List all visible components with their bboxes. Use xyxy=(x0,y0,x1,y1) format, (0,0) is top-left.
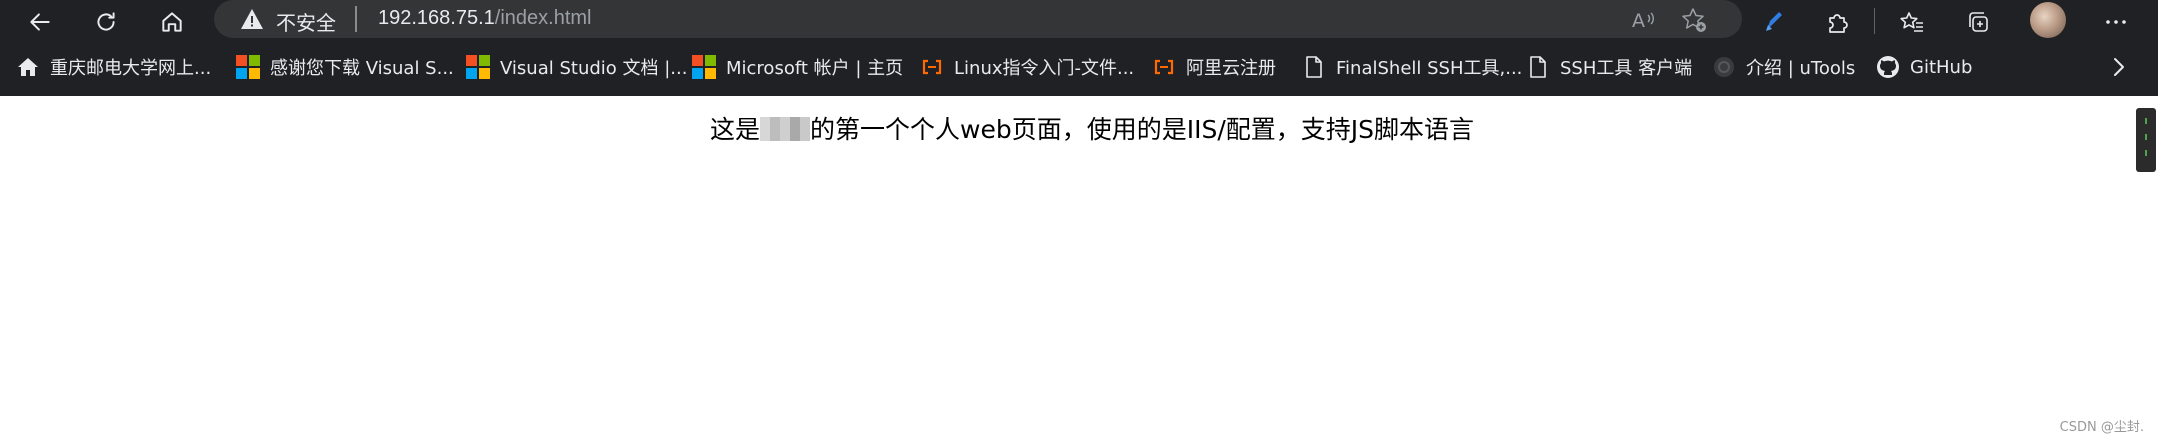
bookmark-label: SSH工具 客户端 xyxy=(1560,58,1693,79)
chevron-right-icon[interactable] xyxy=(2106,54,2132,80)
bookmark-label: 介绍 | uTools xyxy=(1746,58,1856,79)
bookmark-label: FinalShell SSH工具,... xyxy=(1336,58,1523,79)
back-button[interactable] xyxy=(22,4,58,40)
settings-more-button[interactable] xyxy=(2098,4,2134,40)
page-icon xyxy=(1530,56,1546,78)
warning-icon[interactable] xyxy=(240,8,264,30)
security-status-label[interactable]: 不安全 xyxy=(276,7,336,36)
bookmark-item[interactable]: 重庆邮电大学网上... xyxy=(16,52,211,82)
extension-pen-button[interactable] xyxy=(1756,4,1792,40)
read-aloud-icon[interactable]: A xyxy=(1630,6,1658,34)
home-icon xyxy=(162,12,182,32)
collections-button[interactable] xyxy=(1960,4,1996,40)
bookmark-item[interactable]: SSH工具 客户端 xyxy=(1526,52,1692,82)
back-arrow-icon xyxy=(30,13,50,31)
refresh-icon xyxy=(97,12,115,31)
bookmark-label: 感谢您下载 Visual S... xyxy=(270,58,454,79)
extensions-button[interactable] xyxy=(1820,4,1856,40)
microsoft-logo-icon xyxy=(236,55,260,79)
bookmark-label: Visual Studio 文档 |... xyxy=(500,58,688,79)
github-icon xyxy=(1877,56,1899,78)
bookmark-item[interactable]: 介绍 | uTools xyxy=(1712,52,1855,82)
aliyun-icon xyxy=(922,59,942,75)
redacted-name-blur xyxy=(760,117,811,141)
favorites-icon xyxy=(1900,12,1923,32)
bookmark-label: 重庆邮电大学网上... xyxy=(50,58,212,79)
scroll-marker xyxy=(2145,134,2147,140)
bookmark-item[interactable]: GitHub xyxy=(1876,52,1972,82)
address-divider xyxy=(355,6,357,32)
bookmark-label: GitHub xyxy=(1910,56,1973,78)
profile-avatar[interactable] xyxy=(2030,2,2066,38)
toolbar-divider xyxy=(1874,8,1875,34)
pen-extension-icon xyxy=(1766,12,1782,31)
page-content: 这是 的第一个个人web页面，使用的是IIS/配置，支持JS脚本语言 CSDN @… xyxy=(0,96,2158,439)
scroll-marker xyxy=(2145,118,2147,124)
address-bar[interactable]: 不安全 192.168.75.1/index.html A xyxy=(214,0,1742,38)
collections-icon xyxy=(1969,12,1988,32)
more-horizontal-icon xyxy=(2106,20,2126,24)
favorites-button[interactable] xyxy=(1894,4,1930,40)
bookmark-label: 阿里云注册 xyxy=(1186,58,1276,79)
aliyun-icon xyxy=(1154,59,1174,75)
bookmarks-bar: 重庆邮电大学网上... 感谢您下载 Visual S... Visual Stu… xyxy=(0,52,2158,92)
refresh-button[interactable] xyxy=(88,4,124,40)
watermark-text: CSDN @尘封. xyxy=(2059,420,2144,435)
bookmark-item[interactable]: Visual Studio 文档 |... xyxy=(466,52,687,82)
home-icon xyxy=(18,58,38,76)
page-text-prefix: 这是 xyxy=(710,115,761,144)
page-text-suffix: 的第一个个人web页面，使用的是IIS/配置，支持JS脚本语言 xyxy=(810,115,1474,144)
url-host: 192.168.75.1 xyxy=(378,7,495,29)
bookmark-label: Microsoft 帐户 | 主页 xyxy=(726,58,904,79)
utools-icon xyxy=(1714,57,1734,77)
url-text[interactable]: 192.168.75.1/index.html xyxy=(378,7,592,30)
add-favorite-icon[interactable] xyxy=(1680,6,1708,34)
scrollbar-thumb[interactable] xyxy=(2136,108,2156,172)
bookmark-item[interactable]: 阿里云注册 xyxy=(1152,52,1276,82)
microsoft-logo-icon xyxy=(466,55,490,79)
bookmark-item[interactable]: 感谢您下载 Visual S... xyxy=(236,52,454,82)
browser-toolbar: 不安全 192.168.75.1/index.html A xyxy=(0,0,2158,52)
browser-chrome: 不安全 192.168.75.1/index.html A 重庆邮电大学网上..… xyxy=(0,0,2158,96)
bookmark-item[interactable]: Microsoft 帐户 | 主页 xyxy=(692,52,903,82)
microsoft-logo-icon xyxy=(692,55,716,79)
page-icon xyxy=(1306,56,1322,78)
bookmark-label: Linux指令入门-文件... xyxy=(954,58,1135,79)
puzzle-icon xyxy=(1829,14,1848,33)
bookmark-item[interactable]: Linux指令入门-文件... xyxy=(920,52,1134,82)
scroll-marker xyxy=(2145,150,2147,156)
svg-text:A: A xyxy=(1632,10,1645,32)
bookmark-item[interactable]: FinalShell SSH工具,... xyxy=(1302,52,1522,82)
page-text: 这是 的第一个个人web页面，使用的是IIS/配置，支持JS脚本语言 xyxy=(710,110,1474,146)
home-button[interactable] xyxy=(154,4,190,40)
url-path: /index.html xyxy=(494,7,592,29)
